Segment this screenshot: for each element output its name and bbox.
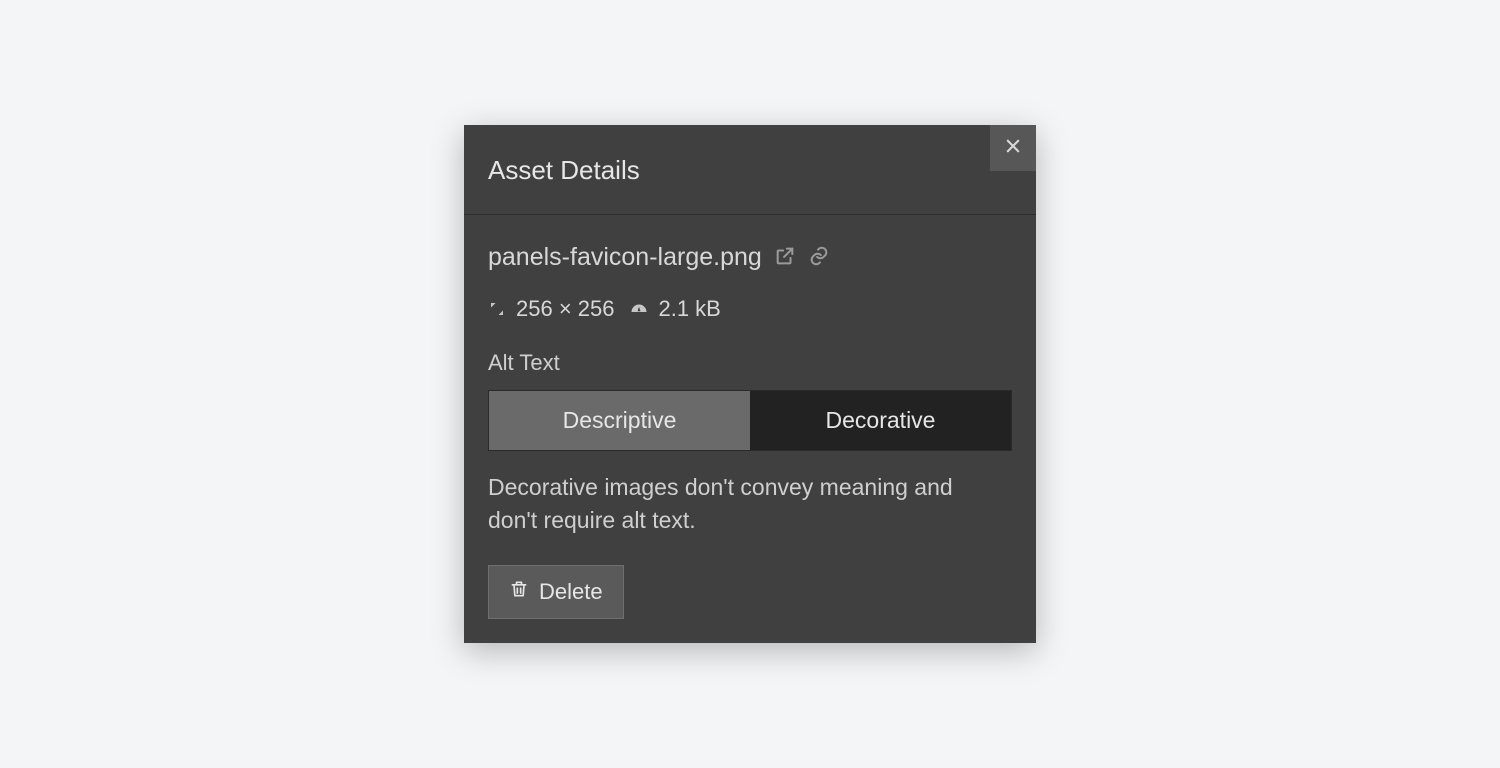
panel-header: Asset Details (464, 125, 1036, 215)
segment-descriptive[interactable]: Descriptive (489, 391, 750, 450)
gauge-icon (630, 300, 648, 318)
asset-details-panel: Asset Details panels-favicon-large.png (464, 125, 1036, 644)
segment-decorative[interactable]: Decorative (750, 391, 1011, 450)
asset-filename: panels-favicon-large.png (488, 243, 762, 272)
link-icon (808, 245, 830, 270)
trash-icon (509, 578, 529, 606)
copy-link-button[interactable] (808, 245, 830, 270)
alt-text-segmented: Descriptive Decorative (488, 390, 1012, 451)
delete-button[interactable]: Delete (488, 565, 624, 619)
alt-text-description: Decorative images don't convey meaning a… (488, 471, 1008, 538)
panel-body: panels-favicon-large.png (464, 215, 1036, 644)
asset-meta-row: 256 × 256 2.1 kB (488, 296, 1012, 322)
external-link-icon (774, 245, 796, 270)
panel-title: Asset Details (488, 155, 640, 186)
filename-row: panels-favicon-large.png (488, 243, 1012, 272)
asset-filesize: 2.1 kB (658, 296, 720, 322)
alt-text-label: Alt Text (488, 350, 1012, 376)
delete-button-label: Delete (539, 579, 603, 605)
dimensions-icon (488, 300, 506, 318)
open-external-button[interactable] (774, 245, 796, 270)
close-button[interactable] (990, 125, 1036, 171)
asset-dimensions: 256 × 256 (516, 296, 614, 322)
close-icon (1003, 136, 1023, 159)
